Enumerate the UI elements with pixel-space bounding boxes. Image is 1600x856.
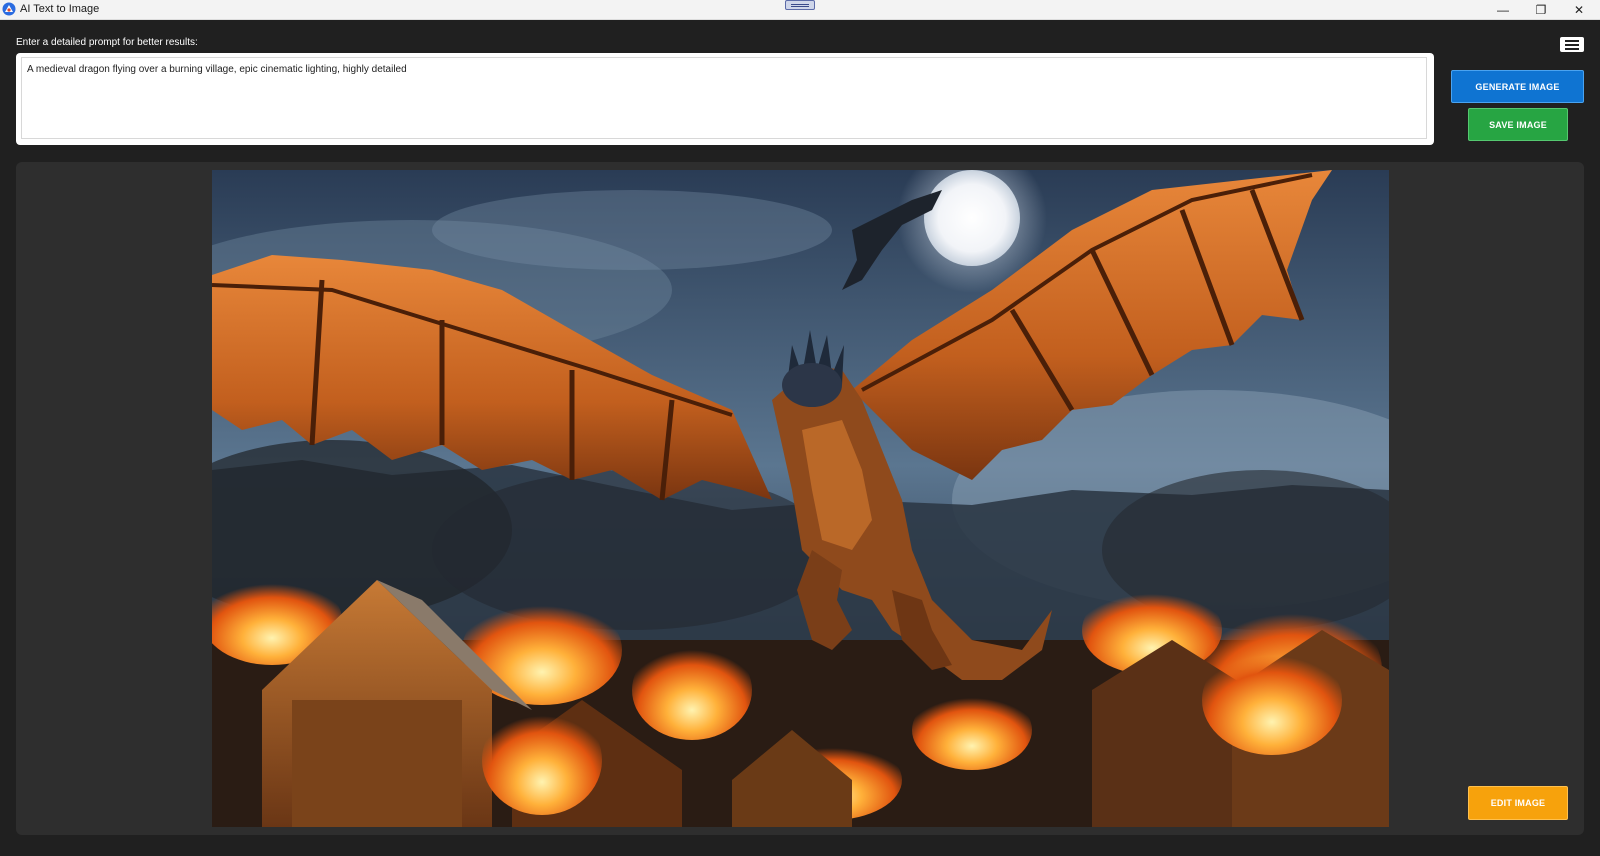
window-title: AI Text to Image (20, 3, 100, 15)
minimize-icon: — (1497, 2, 1509, 17)
app-logo-icon (2, 2, 16, 16)
minimize-button[interactable]: — (1484, 0, 1522, 19)
generate-image-button[interactable]: GENERATE IMAGE (1451, 70, 1584, 103)
prompt-label: Enter a detailed prompt for better resul… (16, 37, 198, 48)
window-titlebar[interactable]: AI Text to Image — ❐ ✕ (0, 0, 1600, 20)
close-button[interactable]: ✕ (1560, 0, 1598, 19)
prompt-container: A medieval dragon flying over a burning … (16, 53, 1434, 145)
drag-handle-icon[interactable] (785, 0, 815, 10)
close-icon: ✕ (1573, 2, 1585, 17)
generated-image (212, 170, 1389, 827)
edit-image-button[interactable]: EDIT IMAGE (1468, 786, 1568, 820)
restore-icon: ❐ (1535, 2, 1547, 17)
prompt-input[interactable]: A medieval dragon flying over a burning … (21, 57, 1427, 139)
maximize-button[interactable]: ❐ (1522, 0, 1560, 19)
save-image-button[interactable]: SAVE IMAGE (1468, 108, 1568, 141)
hamburger-menu-icon[interactable] (1560, 37, 1584, 52)
